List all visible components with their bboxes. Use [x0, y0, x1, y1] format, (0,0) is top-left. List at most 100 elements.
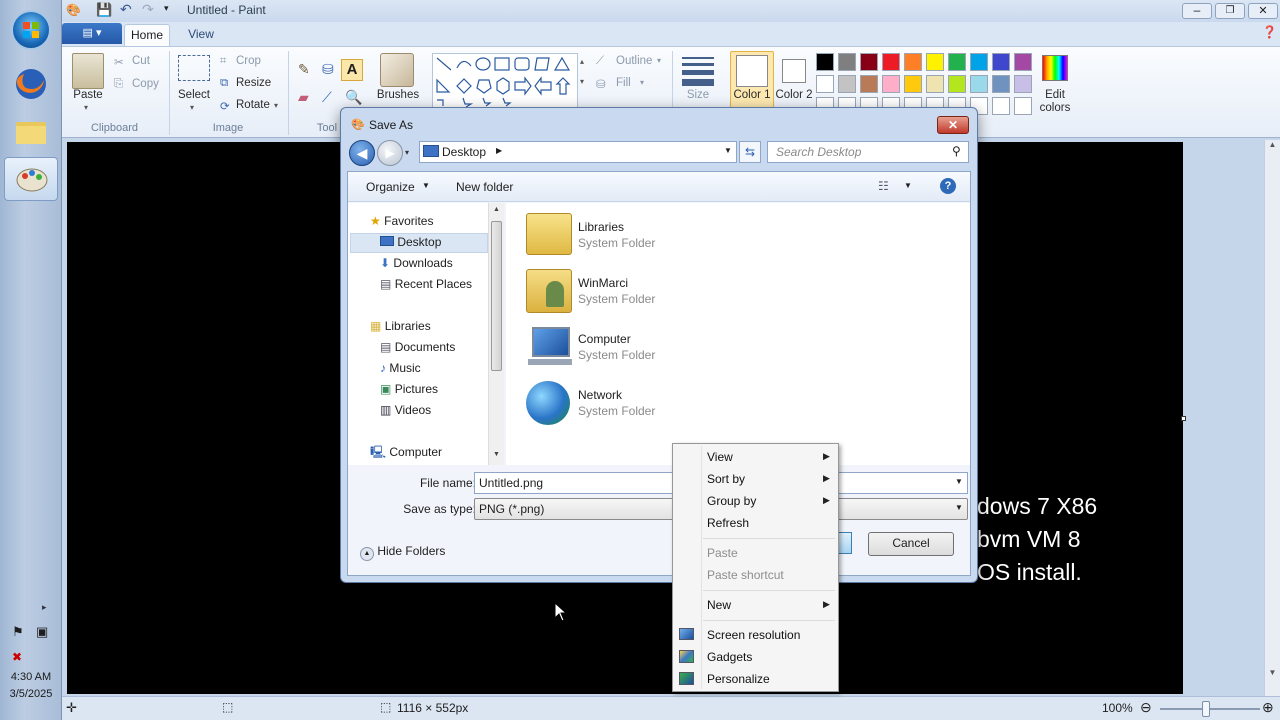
zoom-in-button[interactable]: ⊕ — [1262, 699, 1274, 716]
nav-desktop[interactable]: Desktop — [380, 232, 441, 253]
explorer-taskbar-button[interactable] — [4, 110, 58, 154]
nav-favorites[interactable]: ★ Favorites — [370, 211, 433, 232]
nav-pictures[interactable]: ▣ Pictures — [380, 379, 438, 400]
palette-color-swatch[interactable] — [1014, 53, 1032, 71]
organize-button[interactable]: Organize — [366, 180, 415, 194]
clock-time[interactable]: 4:30 AM — [0, 671, 62, 683]
forward-button[interactable]: ▶ — [377, 140, 403, 166]
nav-scrollbar[interactable]: ▲ ▼ — [488, 203, 504, 465]
palette-color-swatch[interactable] — [992, 53, 1010, 71]
cancel-button[interactable]: Cancel — [868, 532, 954, 556]
shapes-gallery[interactable] — [432, 53, 578, 109]
dialog-close-button[interactable]: ✕ — [937, 116, 969, 134]
outline-button[interactable]: Outline — [616, 55, 652, 67]
nav-documents[interactable]: ▤ Documents — [380, 337, 455, 358]
view-dropdown-icon[interactable]: ▼ — [904, 181, 912, 190]
paste-button[interactable]: Paste — [68, 89, 108, 101]
brushes-button[interactable]: Brushes — [372, 89, 424, 101]
palette-color-swatch[interactable] — [816, 75, 834, 93]
fill-bucket-icon[interactable]: ⛁ — [322, 61, 334, 78]
paint-app-icon[interactable]: 🎨 — [66, 3, 81, 17]
text-tool-icon[interactable]: A — [341, 59, 363, 81]
canvas-resize-handle[interactable] — [1181, 416, 1186, 421]
palette-color-swatch[interactable] — [838, 53, 856, 71]
shapes-scroll-up-icon[interactable]: ▴ — [580, 57, 584, 66]
fill-dropdown-icon[interactable]: ▾ — [640, 78, 644, 87]
menu-item-sort-by[interactable]: Sort by — [707, 468, 745, 490]
dialog-help-icon[interactable]: ? — [940, 178, 956, 194]
select-button[interactable]: Select — [174, 89, 214, 101]
paint-taskbar-button[interactable] — [4, 157, 58, 201]
palette-color-swatch[interactable] — [926, 75, 944, 93]
help-icon[interactable]: ❓ — [1262, 25, 1277, 39]
hide-folders-button[interactable]: ▲ Hide Folders — [360, 544, 445, 561]
palette-color-swatch[interactable] — [882, 53, 900, 71]
file-name-dropdown-icon[interactable]: ▼ — [955, 477, 963, 486]
menu-item-paste-shortcut[interactable]: Paste shortcut — [707, 564, 784, 586]
restore-button[interactable]: ❐ — [1215, 3, 1245, 19]
clock-date[interactable]: 3/5/2025 — [0, 688, 62, 700]
address-bar[interactable]: Desktop ▶ ▼ — [419, 141, 737, 163]
palette-color-swatch[interactable] — [926, 53, 944, 71]
save-button-edge[interactable] — [838, 532, 852, 554]
magnifier-icon[interactable]: 🔍 — [345, 89, 362, 106]
nav-videos[interactable]: ▥ Videos — [380, 400, 431, 421]
outline-dropdown-icon[interactable]: ▾ — [657, 56, 661, 65]
edit-colors-button[interactable]: Edit colors — [1034, 89, 1076, 115]
pencil-icon[interactable]: ✎ — [298, 61, 310, 78]
undo-icon[interactable]: ↶ — [120, 1, 132, 18]
breadcrumb-chevron-icon[interactable]: ▶ — [496, 146, 502, 155]
back-button[interactable]: ◀ — [349, 140, 375, 166]
new-folder-button[interactable]: New folder — [456, 180, 513, 194]
menu-item-personalize[interactable]: Personalize — [707, 668, 770, 690]
palette-color-swatch[interactable] — [948, 75, 966, 93]
address-dropdown-icon[interactable]: ▼ — [724, 146, 732, 155]
redo-icon[interactable]: ↷ — [142, 1, 154, 18]
crop-button[interactable]: Crop — [236, 55, 261, 67]
palette-color-swatch[interactable] — [970, 53, 988, 71]
menu-item-view[interactable]: View — [707, 446, 733, 468]
palette-color-swatch[interactable] — [816, 53, 834, 71]
cut-button[interactable]: Cut — [132, 55, 150, 67]
palette-color-swatch[interactable] — [970, 75, 988, 93]
menu-item-refresh[interactable]: Refresh — [707, 512, 749, 534]
action-center-flag-icon[interactable]: ⚑ — [12, 624, 24, 640]
palette-color-swatch[interactable] — [948, 53, 966, 71]
palette-color-swatch[interactable] — [992, 75, 1010, 93]
paste-dropdown-icon[interactable]: ▾ — [84, 103, 88, 112]
firefox-taskbar-button[interactable] — [4, 62, 58, 106]
menu-item-group-by[interactable]: Group by — [707, 490, 756, 512]
resize-button[interactable]: Resize — [236, 77, 271, 89]
size-button[interactable]: Size — [678, 89, 718, 101]
color2-button[interactable]: Color 2 — [774, 89, 814, 102]
refresh-icon[interactable]: ⇆ — [739, 141, 761, 163]
change-view-icon[interactable]: ☷ — [878, 179, 889, 193]
palette-color-swatch[interactable] — [860, 53, 878, 71]
menu-item-new[interactable]: New — [707, 594, 731, 616]
zoom-slider[interactable] — [1160, 708, 1260, 710]
recent-locations-icon[interactable]: ▾ — [405, 148, 409, 157]
search-icon[interactable]: ⚲ — [952, 144, 961, 158]
palette-color-swatch[interactable] — [838, 75, 856, 93]
color-picker-icon[interactable]: ⟋ — [322, 89, 332, 106]
start-button[interactable] — [11, 10, 51, 50]
palette-color-swatch[interactable] — [860, 75, 878, 93]
palette-color-swatch[interactable] — [1014, 97, 1032, 115]
select-dropdown-icon[interactable]: ▾ — [190, 103, 194, 112]
zoom-out-button[interactable]: ⊖ — [1140, 699, 1152, 716]
vertical-scrollbar[interactable]: ▲ ▼ — [1264, 140, 1280, 696]
tab-home[interactable]: Home — [124, 24, 170, 47]
palette-color-swatch[interactable] — [904, 75, 922, 93]
rotate-dropdown-icon[interactable]: ▾ — [274, 101, 278, 110]
network-tray-icon[interactable]: ▣ — [36, 624, 48, 640]
show-hidden-icons-icon[interactable]: ▸ — [42, 602, 47, 613]
close-button[interactable]: ✕ — [1248, 3, 1278, 19]
customize-qat-icon[interactable]: ▾ — [164, 3, 169, 14]
nav-downloads[interactable]: ⬇ Downloads — [380, 253, 453, 274]
menu-item-screen-resolution[interactable]: Screen resolution — [707, 624, 800, 646]
save-quick-icon[interactable]: 💾 — [96, 2, 112, 18]
minimize-button[interactable]: – — [1182, 3, 1212, 19]
nav-scrollbar-thumb[interactable] — [491, 221, 502, 371]
nav-recent-places[interactable]: ▤ Recent Places — [380, 274, 472, 295]
menu-item-paste[interactable]: Paste — [707, 542, 738, 564]
